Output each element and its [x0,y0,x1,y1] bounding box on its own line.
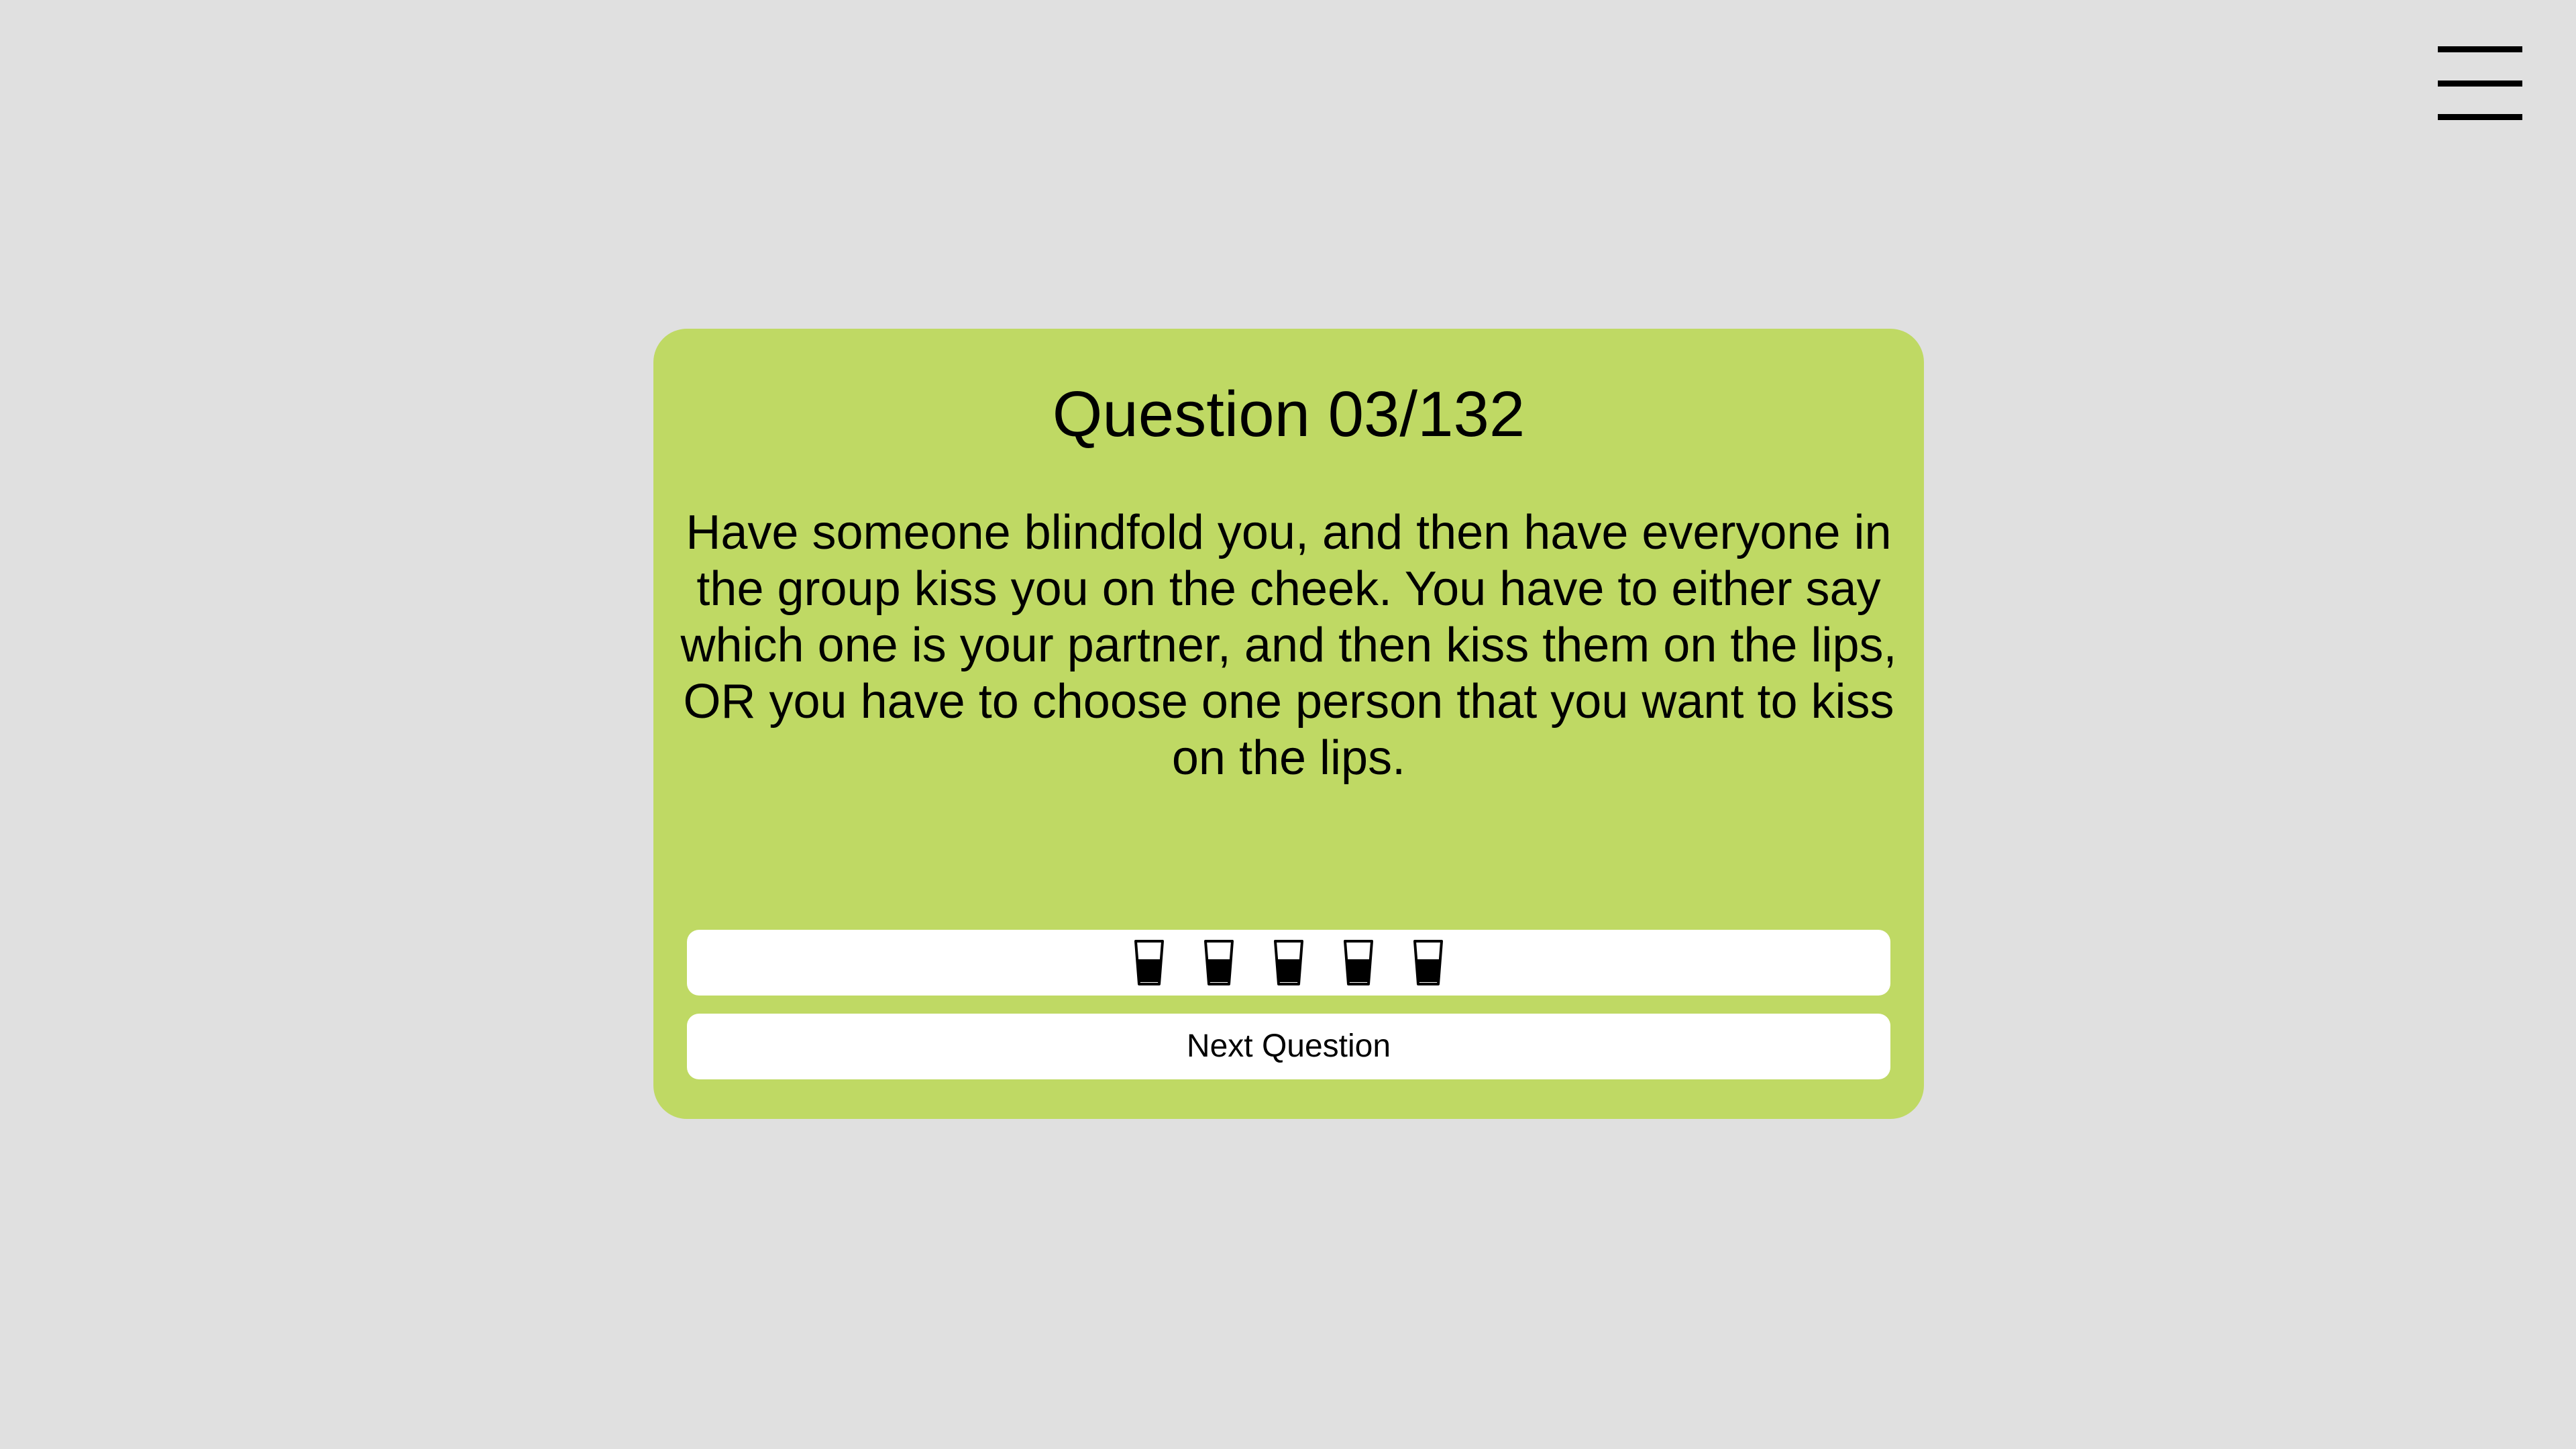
shot-glass-icon[interactable] [1273,939,1304,986]
menu-line [2438,46,2522,52]
question-counter-title: Question 03/132 [1052,378,1525,450]
shot-glass-icon[interactable] [1343,939,1374,986]
question-text: Have someone blindfold you, and then hav… [680,506,1897,785]
shot-glass-icon[interactable] [1413,939,1444,986]
question-card: Question 03/132 Have someone blindfold y… [653,329,1924,1119]
next-question-button[interactable]: Next Question [687,1014,1890,1079]
shot-glass-icon[interactable] [1203,939,1234,986]
menu-line [2438,80,2522,87]
shot-glass-icon[interactable] [1134,939,1165,986]
hamburger-menu-icon[interactable] [2438,44,2522,122]
menu-line [2438,114,2522,120]
drink-rating-bar [687,930,1890,996]
